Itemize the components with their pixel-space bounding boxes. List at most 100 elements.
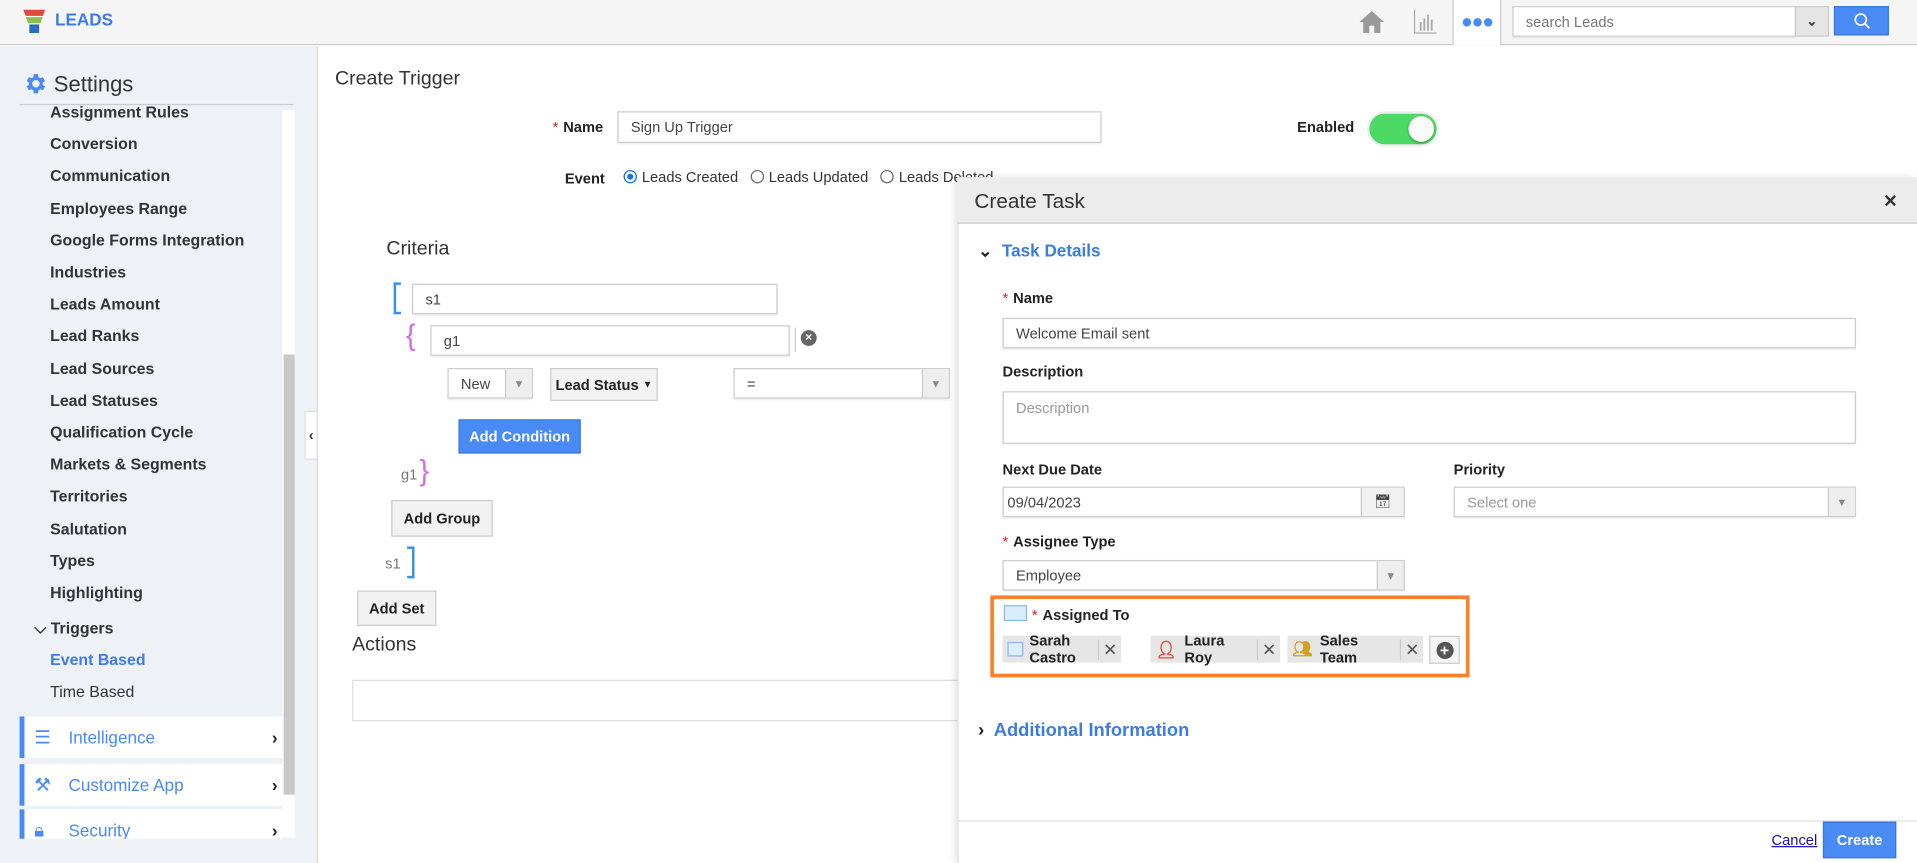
assignee-chip: 👥︎ Sales Team ✕: [1287, 632, 1424, 666]
sidebar-item[interactable]: Google Forms Integration: [50, 231, 244, 249]
actions-title: Actions: [352, 634, 417, 656]
add-group-button[interactable]: Add Group: [391, 500, 493, 537]
group-close-brace: }: [419, 454, 430, 488]
event-radio-group: Leads Created Leads Updated Leads Delete…: [623, 169, 993, 186]
add-condition-button[interactable]: Add Condition: [458, 419, 581, 454]
condition-value-select[interactable]: New ▼: [447, 368, 534, 399]
user-icon: 👤︎: [1155, 638, 1178, 659]
sidebar-item[interactable]: Conversion: [50, 135, 137, 153]
sidebar-item-event-based[interactable]: Event Based: [50, 650, 145, 668]
sidebar-item[interactable]: Assignment Rules: [50, 105, 189, 121]
caret-down-icon: ▼: [921, 369, 949, 398]
sidebar-item-triggers[interactable]: ⌵ Triggers: [34, 619, 113, 639]
home-icon[interactable]: [1359, 10, 1384, 34]
trigger-name-input[interactable]: Sign Up Trigger: [617, 111, 1102, 144]
sidebar-item[interactable]: Markets & Segments: [50, 455, 206, 473]
sidebar-section-security[interactable]: 🔒︎ Security ›: [19, 809, 283, 839]
assignee-type-label: * Assignee Type: [1002, 533, 1116, 551]
caret-down-icon: ▼: [1827, 487, 1855, 516]
create-button[interactable]: Create: [1822, 821, 1897, 859]
name-label: * Name: [552, 118, 604, 136]
priority-label: Priority: [1453, 460, 1506, 479]
sidebar-item[interactable]: Lead Ranks: [50, 327, 139, 345]
sidebar-item[interactable]: Lead Sources: [50, 359, 154, 377]
remove-assignee-icon[interactable]: ✕: [1257, 638, 1280, 660]
create-task-panel: [957, 177, 1917, 863]
add-assignee-button[interactable]: +: [1429, 635, 1460, 664]
sidebar-section-intelligence[interactable]: ☰ Intelligence ›: [19, 716, 283, 759]
panel-header: Create Task ×: [957, 177, 1917, 224]
enabled-label: Enabled: [1297, 118, 1355, 136]
chevron-right-icon: ›: [271, 727, 278, 748]
search-input[interactable]: [1512, 6, 1796, 37]
additional-info-toggle[interactable]: › Additional Information: [978, 720, 1189, 741]
radio-leads-updated[interactable]: Leads Updated: [750, 169, 868, 186]
sidebar-section-customize-app[interactable]: ⚒ Customize App ›: [19, 764, 283, 806]
task-details-toggle[interactable]: ⌄ Task Details: [978, 241, 1100, 262]
collapse-sidebar-button[interactable]: ‹: [304, 410, 318, 460]
radio-leads-created[interactable]: Leads Created: [623, 169, 739, 186]
scrollbar-thumb[interactable]: [283, 354, 295, 795]
remove-group-icon[interactable]: ×: [800, 330, 817, 346]
set-name-input[interactable]: s1: [412, 283, 778, 315]
group-name-input[interactable]: g1: [430, 325, 790, 356]
due-date-input[interactable]: 09/04/2023 📅︎: [1002, 486, 1405, 518]
priority-select[interactable]: Select one ▼: [1453, 486, 1856, 518]
sidebar-item[interactable]: Leads Amount: [50, 295, 160, 313]
assignee-chip: Sarah Castro ✕: [1002, 632, 1122, 666]
calendar-icon[interactable]: 📅︎: [1360, 487, 1404, 516]
contact-card-icon: [1003, 605, 1027, 622]
task-name-input[interactable]: Welcome Email sent: [1002, 317, 1856, 349]
remove-assignee-icon[interactable]: ✕: [1400, 638, 1423, 660]
close-icon[interactable]: ×: [1884, 188, 1897, 214]
sidebar-item[interactable]: Salutation: [50, 519, 127, 537]
caret-down-icon: ▼: [642, 379, 653, 391]
cancel-link[interactable]: Cancel: [1772, 831, 1818, 848]
condition-field-dropdown[interactable]: Lead Status ▼: [550, 368, 658, 402]
description-label: Description: [1002, 363, 1084, 381]
contact-card-icon: [1007, 641, 1024, 657]
search-button[interactable]: [1833, 6, 1889, 36]
list-icon: ☰: [34, 727, 51, 749]
description-textarea[interactable]: Description: [1002, 391, 1856, 444]
sidebar-item[interactable]: Employees Range: [50, 199, 187, 217]
sidebar-item[interactable]: Types: [50, 551, 95, 569]
sidebar-item[interactable]: Industries: [50, 263, 126, 281]
chevron-right-icon: ›: [271, 775, 278, 795]
group-open-brace: {: [405, 319, 416, 353]
remove-assignee-icon[interactable]: ✕: [1098, 638, 1121, 660]
sidebar-item[interactable]: Qualification Cycle: [50, 423, 193, 441]
divider: [957, 820, 1917, 822]
caret-down-icon: ▼: [504, 369, 532, 398]
sidebar-item[interactable]: Highlighting: [50, 583, 143, 601]
tools-icon: ⚒: [34, 775, 51, 796]
more-icon[interactable]: ●●●: [1452, 0, 1502, 46]
condition-operator-select[interactable]: = ▼: [733, 368, 950, 399]
plus-icon: +: [1435, 641, 1454, 659]
set-open-bracket: [393, 282, 402, 315]
chevron-down-icon: ⌵: [34, 618, 47, 637]
event-label: Event: [564, 169, 605, 188]
sidebar-item[interactable]: Lead Statuses: [50, 391, 158, 409]
sidebar: Settings Assignment Rules Conversion Commu…: [0, 46, 318, 863]
assignee-type-select[interactable]: Employee ▼: [1002, 559, 1405, 591]
actions-box[interactable]: [352, 679, 964, 722]
panel-title: Create Task: [974, 189, 1085, 213]
sidebar-item-time-based[interactable]: Time Based: [50, 682, 134, 700]
settings-list: Assignment Rules Conversion Communication E…: [0, 105, 283, 839]
chart-icon[interactable]: [1413, 9, 1437, 36]
sidebar-title: Settings: [53, 72, 134, 97]
sidebar-item[interactable]: Communication: [50, 167, 170, 185]
sidebar-scrollbar[interactable]: [282, 110, 295, 838]
app-title[interactable]: LEADS: [55, 10, 113, 30]
assigned-to-label: * Assigned To: [1031, 606, 1130, 624]
enabled-toggle[interactable]: [1369, 113, 1437, 145]
team-icon: 👥︎: [1292, 639, 1313, 658]
set-close-label: s1: [385, 555, 401, 573]
top-bar: LEADS ●●● ⌄: [0, 0, 1917, 46]
sidebar-item[interactable]: Territories: [50, 487, 127, 505]
page-title: Create Trigger: [334, 68, 461, 90]
chevron-right-icon: ›: [978, 720, 985, 741]
add-set-button[interactable]: Add Set: [356, 590, 437, 626]
search-scope-dropdown[interactable]: ⌄: [1794, 6, 1830, 37]
